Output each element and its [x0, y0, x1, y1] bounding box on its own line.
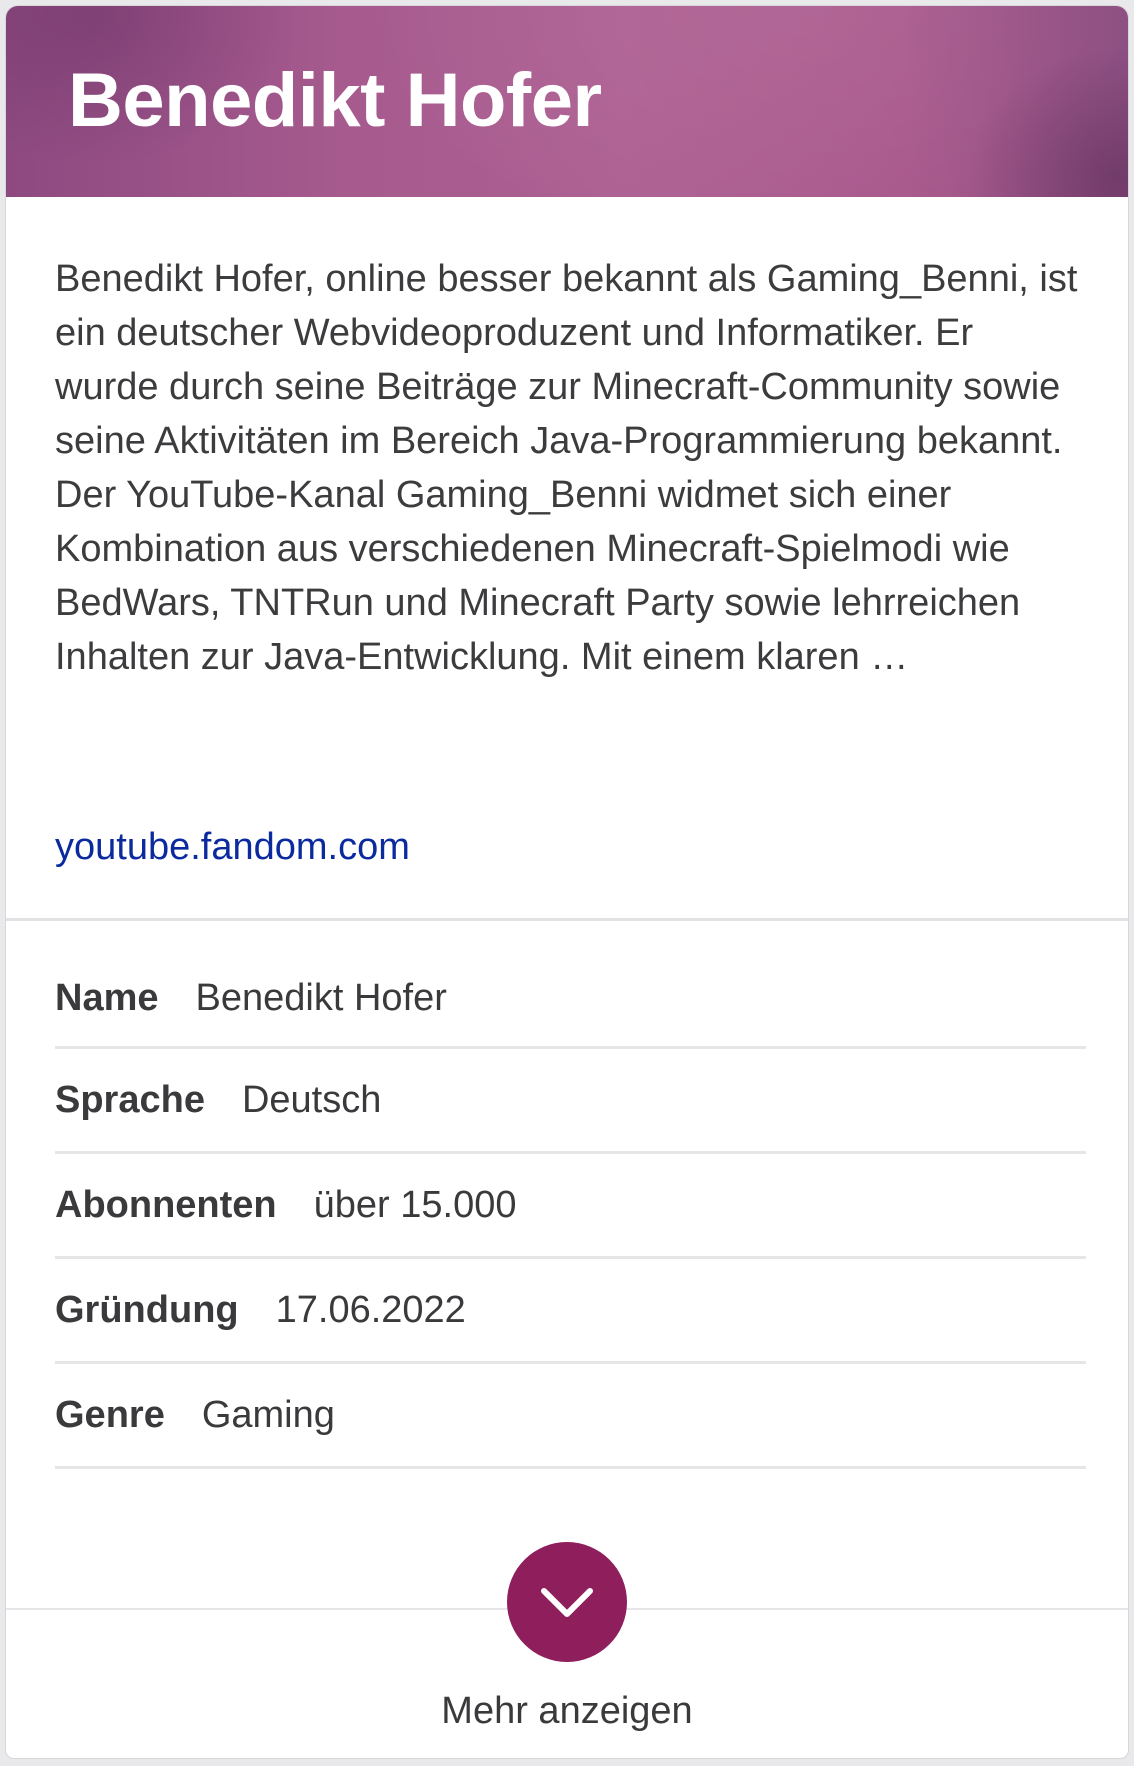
summary-text: Benedikt Hofer, online besser bekannt al… — [55, 258, 1078, 678]
fact-row-language: Sprache Deutsch — [55, 1049, 1086, 1154]
fact-value: Gaming — [201, 1393, 335, 1436]
fact-row-subscribers: Abonnenten über 15.000 — [55, 1154, 1086, 1259]
panel-header: Benedikt Hofer — [6, 6, 1128, 197]
fact-value: 17.06.2022 — [275, 1288, 466, 1331]
fact-row-founded: Gründung 17.06.2022 — [55, 1259, 1086, 1364]
fact-value: Deutsch — [241, 1078, 382, 1121]
fact-value: Benedikt Hofer — [195, 977, 447, 1019]
source-link[interactable]: youtube.fandom.com — [55, 820, 410, 874]
panel-title: Benedikt Hofer — [68, 58, 602, 143]
fact-label: Gründung — [55, 1288, 239, 1331]
fact-label: Sprache — [55, 1078, 205, 1121]
facts-list: Name Benedikt Hofer Sprache Deutsch Abon… — [55, 951, 1086, 1469]
show-more-label[interactable]: Mehr anzeigen — [6, 1686, 1128, 1736]
fact-label: Name — [55, 977, 159, 1019]
show-more-button[interactable] — [507, 1542, 627, 1662]
knowledge-panel-card: Benedikt Hofer Benedikt Hofer, online be… — [6, 6, 1128, 1758]
fact-value: über 15.000 — [313, 1183, 517, 1226]
fact-row-name: Name Benedikt Hofer — [55, 951, 1086, 1049]
fact-label: Genre — [55, 1393, 165, 1436]
section-divider — [6, 918, 1128, 921]
chevron-down-icon — [541, 1588, 593, 1617]
fact-label: Abonnenten — [55, 1183, 277, 1226]
fact-row-genre: Genre Gaming — [55, 1364, 1086, 1469]
